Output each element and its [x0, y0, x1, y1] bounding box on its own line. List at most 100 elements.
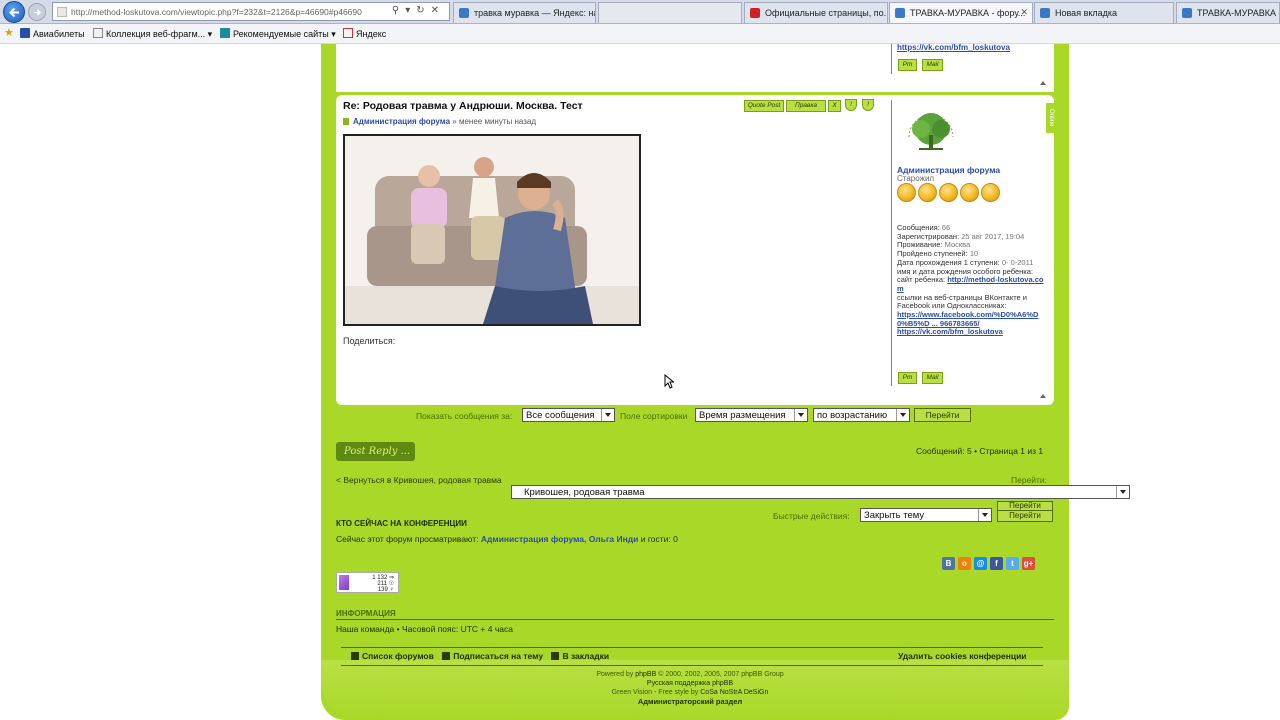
label: Сообщения:	[897, 223, 940, 232]
compat-icon[interactable]: ▾	[405, 5, 416, 16]
scroll-top-icon[interactable]	[1040, 81, 1046, 85]
mailru-share-icon[interactable]: @	[974, 557, 987, 570]
tab-favicon	[1182, 8, 1192, 18]
vk-link[interactable]: https://vk.com/bfm_loskutova	[897, 43, 1010, 52]
bing-icon	[220, 28, 230, 38]
quote-button[interactable]: Quote Post	[744, 100, 784, 112]
vk-share-icon[interactable]: В	[942, 557, 955, 570]
show-posts-label: Показать сообщения за:	[416, 411, 513, 421]
mail-button[interactable]: Mail	[922, 59, 943, 71]
edit-button[interactable]: Правка	[786, 100, 826, 112]
phpbb-link[interactable]: phpBB	[635, 671, 656, 678]
sort-field-select[interactable]: Время размещения	[695, 408, 808, 422]
address-bar[interactable]: http://method-loskutova.com/viewtopic.ph…	[52, 2, 450, 21]
twitter-share-icon[interactable]: t	[1006, 557, 1019, 570]
medal-icon	[918, 183, 937, 202]
medal-icon	[939, 183, 958, 202]
yandex-icon	[343, 28, 353, 38]
warn-icon[interactable]: !	[845, 99, 857, 111]
label: сайт ребенка:	[897, 275, 946, 285]
chevron-down-icon	[978, 509, 991, 521]
post-meta: Администрация форума » менее минуты наза…	[343, 117, 536, 126]
support-link[interactable]: Русская поддержка phpBB	[647, 680, 733, 687]
admin-panel-link[interactable]: Администраторский раздел	[540, 697, 840, 706]
sort-go-button[interactable]: Перейти	[914, 408, 971, 422]
favorite-item[interactable]: Яндекс	[343, 28, 386, 39]
browser-tab[interactable]	[598, 2, 742, 23]
scroll-top-icon[interactable]	[1040, 394, 1046, 398]
search-icon[interactable]: ⚲	[392, 5, 405, 16]
browser-tab[interactable]: травка муравка — Яндекс: на...	[453, 2, 596, 23]
site-favicon	[57, 7, 67, 17]
delete-cookies-link[interactable]: Удалить cookies конференции	[898, 651, 1027, 661]
favorites-star-icon[interactable]: ★	[4, 26, 14, 39]
profile-rank: Старожил	[897, 174, 935, 183]
subscribe-link[interactable]: Подписаться на тему	[453, 651, 543, 661]
googleplus-share-icon[interactable]: g+	[1022, 557, 1035, 570]
post-author-link[interactable]: Администрация форума	[353, 117, 450, 126]
post-title[interactable]: Re: Родовая травма у Андрюши. Москва. Те…	[343, 100, 583, 112]
address-tools[interactable]: ⚲▾↻✕	[392, 5, 445, 16]
profile-avatar[interactable]	[897, 103, 965, 165]
jump-select[interactable]: Кривошея, родовая травма	[511, 485, 1130, 499]
back-to-forum-link[interactable]: < Вернуться в Кривошея, родовая травма	[336, 475, 502, 485]
show-posts-select[interactable]: Все сообщения	[522, 408, 615, 422]
divider	[341, 647, 1043, 648]
back-button[interactable]	[3, 1, 25, 23]
pm-button[interactable]: Pm	[898, 372, 917, 384]
tab-label: Официальные страницы, по...	[765, 8, 888, 18]
quick-go-button[interactable]: Перейти	[997, 510, 1053, 522]
report-icon[interactable]: !	[862, 99, 874, 111]
select-value: Время размещения	[699, 410, 786, 421]
pm-button[interactable]: Pm	[898, 59, 917, 71]
sort-order-select[interactable]: по возрастанию	[813, 408, 910, 422]
close-icon[interactable]: ✕	[431, 5, 445, 16]
select-value: Закрыть тему	[864, 510, 925, 521]
facebook-link[interactable]: https://www.facebook.com/%D0%A6%D0%B5%D …	[897, 310, 1038, 328]
post-reply-button[interactable]: Post Reply ...	[336, 442, 415, 461]
post-image[interactable]	[343, 134, 641, 326]
delete-button[interactable]: X	[828, 100, 841, 112]
webslice-icon	[93, 28, 103, 38]
who-online-heading: КТО СЕЙЧАС НА КОНФЕРЕНЦИИ	[336, 519, 467, 528]
copyright: © 2000, 2002, 2005, 2007 phpBB Group	[658, 671, 784, 678]
bookmarks-link[interactable]: В закладки	[562, 651, 609, 661]
tab-label: ТРАВКА-МУРАВКА -	[1197, 8, 1280, 18]
browser-titlebar: http://method-loskutova.com/viewtopic.ph…	[0, 0, 1280, 24]
label: Дата прохождения 1 ступени:	[897, 257, 1000, 267]
who-prefix: Сейчас этот форум просматривают:	[336, 534, 479, 544]
tab-close-icon[interactable]: ✕	[1020, 7, 1028, 18]
post-time: » менее минуты назад	[452, 117, 537, 126]
quick-actions-select[interactable]: Закрыть тему	[860, 508, 992, 522]
forward-button[interactable]	[28, 3, 46, 21]
favorite-item[interactable]: Рекомендуемые сайты ▾	[220, 28, 336, 40]
mail-button[interactable]: Mail	[922, 372, 943, 384]
facebook-share-icon[interactable]: f	[990, 557, 1003, 570]
subscribe-icon	[442, 652, 451, 660]
tab-label: ТРАВКА-МУРАВКА - фору...	[910, 8, 1026, 18]
profile-medals	[897, 183, 1002, 204]
family-photo	[345, 136, 639, 324]
favorite-item[interactable]: Коллекция веб-фрагм... ▾	[93, 28, 212, 40]
style-author-link[interactable]: CoSa NoStrA DeSiGn	[700, 689, 768, 696]
online-users-links[interactable]: Администрация форума, Ольга Инди	[481, 534, 638, 544]
favorite-item[interactable]: Авиабилеты	[20, 28, 85, 39]
liveinternet-counter[interactable]: 1 132 ⇒ 211 ☉ 139 ♀	[336, 572, 399, 593]
vk-link[interactable]: https://vk.com/bfm_loskutova	[897, 327, 1003, 337]
style-line: Green Vision - Free style by CoSa NoStrA…	[540, 688, 840, 697]
ok-share-icon[interactable]: о	[958, 557, 971, 570]
value: 10	[969, 249, 979, 259]
support-line: Русская поддержка phpBB	[540, 679, 840, 688]
tab-favicon	[1040, 8, 1050, 18]
refresh-icon[interactable]: ↻	[416, 5, 430, 16]
forum-list-link[interactable]: Список форумов	[362, 651, 434, 661]
browser-tab-active[interactable]: ТРАВКА-МУРАВКА - фору... ✕	[889, 2, 1033, 23]
browser-tab[interactable]: ТРАВКА-МУРАВКА -	[1176, 2, 1280, 23]
select-value: по возрастанию	[817, 410, 888, 421]
counter-logo-icon	[339, 575, 349, 590]
online-badge: Online	[1046, 103, 1054, 133]
browser-tab[interactable]: Новая вкладка	[1034, 2, 1174, 23]
browser-tab[interactable]: Официальные страницы, по...	[744, 2, 888, 23]
profile-child-site: сайт ребенка: http://method-loskutova.co…	[897, 275, 1045, 293]
chevron-down-icon	[794, 409, 807, 421]
